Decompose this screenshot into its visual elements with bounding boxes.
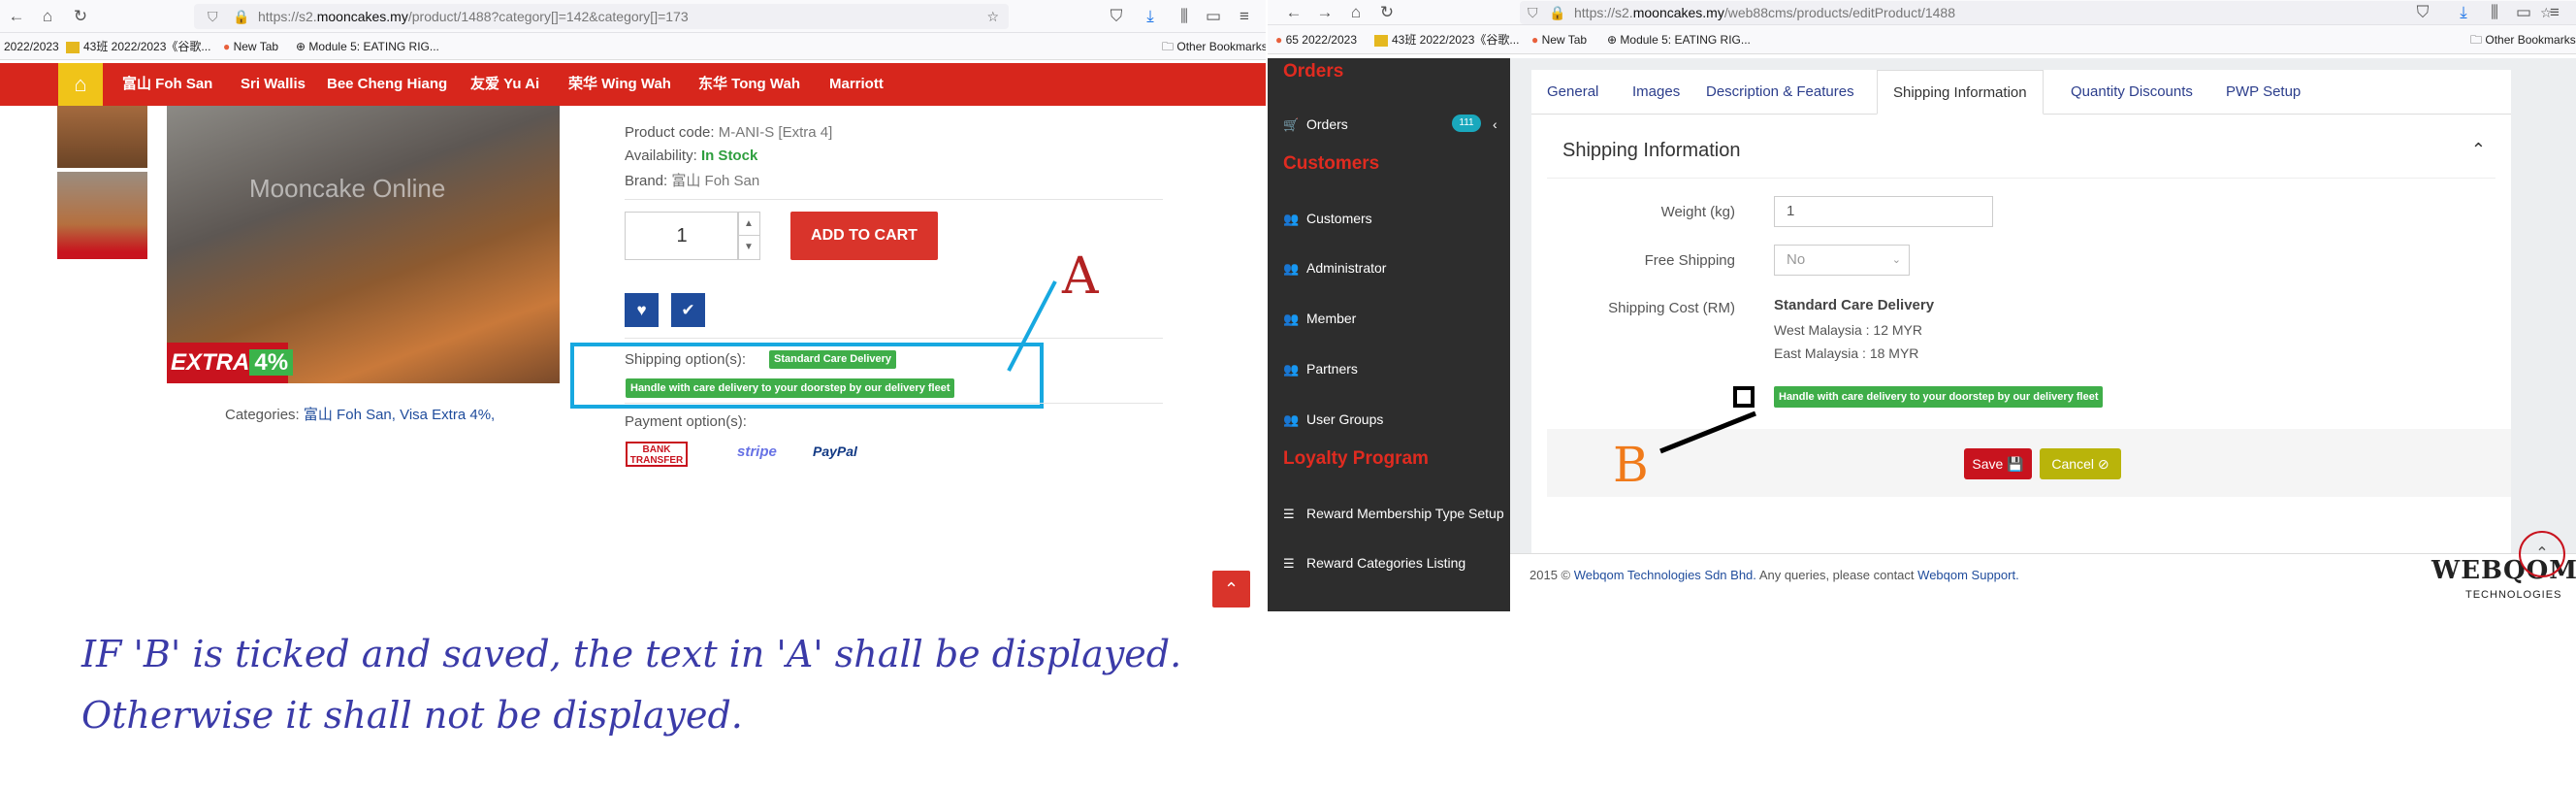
annotation-label-a: A: [1062, 247, 1099, 306]
annotation-a-connector: [1007, 280, 1057, 372]
annotation-label-b: B: [1613, 437, 1649, 493]
annotation-b-connector: [1659, 410, 1756, 454]
annotation-note-line-1: IF 'B' is ticked and saved, the text in …: [81, 633, 1182, 675]
annotation-note-line-2: Otherwise it shall not be displayed.: [81, 694, 743, 737]
